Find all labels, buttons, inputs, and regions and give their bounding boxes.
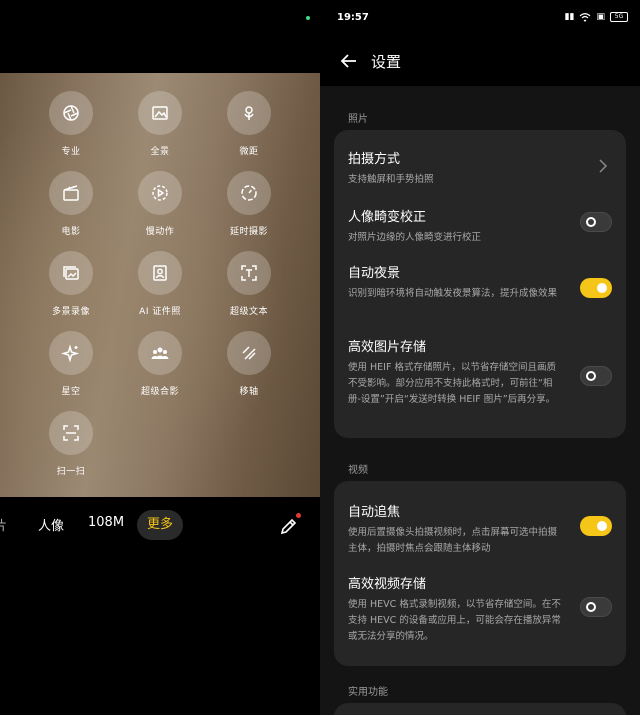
mode-label: 超级合影 (140, 387, 179, 397)
setting-shooting-method[interactable]: 拍摄方式 支持触屏和手势拍照 (348, 148, 612, 188)
auto-night-toggle[interactable] (580, 278, 612, 298)
setting-auto-tracking-focus: 自动追焦 使用后置摄像头拍摄视频时，点击屏幕可选中拍摄主体，拍摄时焦点会跟随主体… (348, 501, 612, 557)
mode-slow-motion[interactable]: 慢动作 (116, 171, 204, 243)
id-photo-icon (138, 251, 182, 295)
section-title-photo: 照片 (348, 114, 368, 125)
tilt-shift-icon (227, 331, 271, 375)
camera-panel: 专业 全景 微距 电影 慢动作 延时摄影 多景录像 AI 证件照 超级文本 星空… (0, 0, 320, 715)
mode-tilt-shift[interactable]: 移轴 (205, 331, 293, 403)
timelapse-icon (227, 171, 271, 215)
setting-subtitle: 支持触屏和手势拍照 (348, 174, 434, 185)
status-icons: ▮▮ ▣ 5G (565, 12, 628, 22)
status-time: 19:57 (337, 12, 369, 23)
mode-group-photo[interactable]: 超级合影 (116, 331, 204, 403)
setting-title: 自动夜景 (348, 266, 401, 281)
mode-label: 延时摄影 (229, 227, 268, 237)
setting-title: 拍摄方式 (348, 152, 401, 167)
chevron-right-icon (599, 159, 608, 173)
camera-indicator-dot (306, 16, 310, 20)
setting-subtitle: 使用后置摄像头拍摄视频时，点击屏幕可选中拍摄主体，拍摄时焦点会跟随主体移动 (348, 527, 558, 554)
edit-pen-icon[interactable] (279, 516, 299, 536)
utility-settings-card (334, 703, 626, 715)
page-title: 设置 (371, 53, 402, 71)
multi-scene-video-icon (49, 251, 93, 295)
network-badge: 5G (610, 12, 628, 22)
section-title-utility: 实用功能 (348, 687, 388, 698)
mode-pro[interactable]: 专业 (27, 91, 115, 163)
mode-label: AI 证件照 (139, 307, 181, 317)
mode-tab-more[interactable]: 更多 (137, 510, 183, 540)
starry-sky-icon (49, 331, 93, 375)
mode-label: 星空 (61, 387, 81, 397)
setting-title: 高效图片存储 (348, 340, 427, 355)
flower-macro-icon (227, 91, 271, 135)
back-arrow-icon[interactable] (339, 51, 359, 71)
mode-ai-id-photo[interactable]: AI 证件照 (116, 251, 204, 323)
mode-label: 移轴 (239, 387, 259, 397)
camera-mode-bar: 片 人像 108M 更多 (0, 505, 320, 545)
setting-heif-storage: 高效图片存储 使用 HEIF 格式存储照片，以节省存储空间且画质不受影响。部分应… (348, 336, 612, 408)
panorama-icon (138, 91, 182, 135)
auto-tracking-focus-toggle[interactable] (580, 516, 612, 536)
wifi-icon (580, 13, 591, 22)
portrait-distortion-toggle[interactable] (580, 212, 612, 232)
settings-panel: 19:57 ▮▮ ▣ 5G 设置 照片 拍摄方式 支持触屏和手势拍照 人像畸变校… (320, 0, 640, 715)
setting-hevc-storage: 高效视频存储 使用 HEVC 格式录制视频，以节省存储空间。在不支持 HEVC … (348, 573, 612, 645)
notification-dot (296, 513, 301, 518)
mode-tab-108m[interactable]: 108M (88, 515, 124, 530)
setting-subtitle: 使用 HEIF 格式存储照片，以节省存储空间且画质不受影响。部分应用不支持此格式… (348, 362, 556, 405)
setting-subtitle: 识别到暗环境将自动触发夜景算法，提升成像效果 (348, 288, 558, 299)
mode-super-text[interactable]: 超级文本 (205, 251, 293, 323)
mode-timelapse[interactable]: 延时摄影 (205, 171, 293, 243)
setting-auto-night: 自动夜景 识别到暗环境将自动触发夜景算法，提升成像效果 (348, 262, 612, 302)
setting-portrait-distortion: 人像畸变校正 对照片边缘的人像畸变进行校正 (348, 206, 612, 246)
mode-label: 慢动作 (145, 227, 175, 237)
mode-starry-sky[interactable]: 星空 (27, 331, 115, 403)
mode-tab-portrait[interactable]: 人像 (38, 515, 64, 534)
setting-title: 高效视频存储 (348, 577, 427, 592)
scan-icon (49, 411, 93, 455)
mode-tab-photo-partial[interactable]: 片 (0, 515, 7, 534)
setting-title: 人像畸变校正 (348, 210, 427, 225)
nfc-icon: ▣ (596, 12, 605, 22)
hevc-storage-toggle[interactable] (580, 597, 612, 617)
mode-scan[interactable]: 扫一扫 (27, 411, 115, 483)
mode-label: 全景 (150, 147, 170, 157)
mode-label: 电影 (61, 227, 81, 237)
camera-viewfinder: 专业 全景 微距 电影 慢动作 延时摄影 多景录像 AI 证件照 超级文本 星空… (0, 73, 320, 497)
mode-label: 扫一扫 (56, 467, 86, 477)
mode-label: 微距 (239, 147, 259, 157)
setting-title: 自动追焦 (348, 505, 401, 520)
mode-multi-scene-video[interactable]: 多景录像 (27, 251, 115, 323)
setting-subtitle: 对照片边缘的人像畸变进行校正 (348, 232, 482, 243)
aperture-icon (49, 91, 93, 135)
status-bar: 19:57 ▮▮ ▣ 5G (320, 0, 640, 36)
mode-label: 超级文本 (229, 307, 268, 317)
heif-storage-toggle[interactable] (580, 366, 612, 386)
mode-label: 多景录像 (51, 307, 90, 317)
photo-settings-card: 拍摄方式 支持触屏和手势拍照 人像畸变校正 对照片边缘的人像畸变进行校正 自动夜… (334, 130, 626, 438)
slow-motion-icon (138, 171, 182, 215)
setting-subtitle: 使用 HEVC 格式录制视频，以节省存储空间。在不支持 HEVC 的设备或应用上… (348, 599, 561, 642)
section-title-video: 视频 (348, 465, 368, 476)
settings-header: 设置 (320, 36, 640, 86)
video-settings-card: 自动追焦 使用后置摄像头拍摄视频时，点击屏幕可选中拍摄主体，拍摄时焦点会跟随主体… (334, 481, 626, 666)
mode-macro[interactable]: 微距 (205, 91, 293, 163)
clapperboard-icon (49, 171, 93, 215)
mode-panorama[interactable]: 全景 (116, 91, 204, 163)
group-photo-icon (138, 331, 182, 375)
mode-movie[interactable]: 电影 (27, 171, 115, 243)
signal-icon: ▮▮ (564, 12, 575, 22)
mode-label: 专业 (61, 147, 81, 157)
super-text-icon (227, 251, 271, 295)
